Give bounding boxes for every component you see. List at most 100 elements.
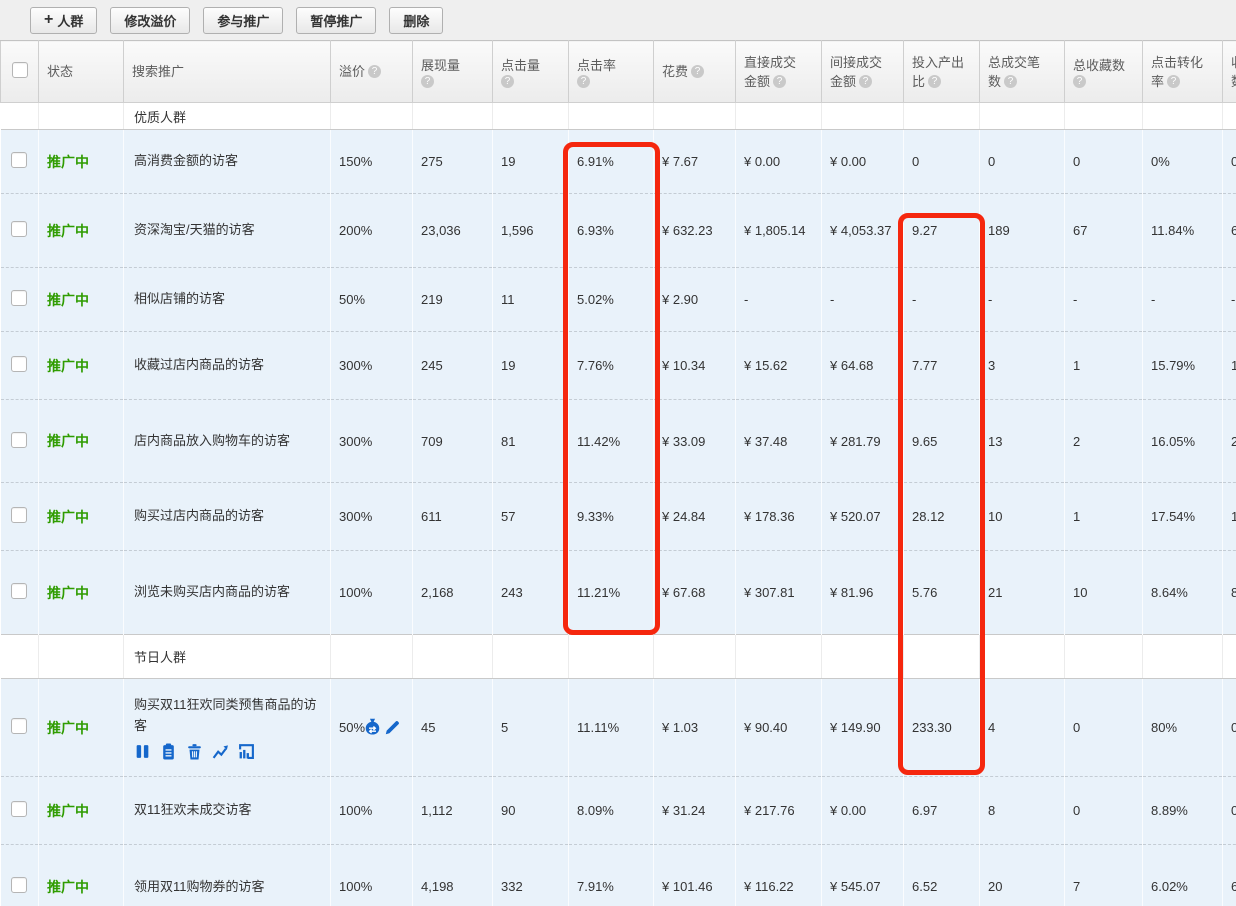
cell-value: - — [1073, 292, 1077, 307]
column-header-cost: 花费? — [654, 41, 736, 103]
help-icon[interactable]: ? — [773, 75, 786, 88]
delete-icon[interactable] — [186, 743, 203, 760]
cell-order_count: 8 — [980, 777, 1065, 845]
column-header-impressions: 展现量? — [413, 41, 493, 103]
toolbar: + 人群 修改溢价 参与推广 暂停推广 删除 — [0, 0, 1236, 40]
modify-premium-icon[interactable] — [366, 717, 383, 738]
cell-ctr: 6.93% — [569, 194, 654, 268]
row-checkbox[interactable] — [11, 432, 27, 448]
cell-direct_amount: ¥ 217.76 — [736, 777, 822, 845]
header-line: 投入产出 — [912, 53, 975, 72]
help-icon[interactable]: ? — [368, 65, 381, 78]
header-line: 金额? — [830, 72, 899, 91]
cell-value: 245 — [421, 358, 443, 373]
row-checkbox[interactable] — [11, 801, 27, 817]
cell-audience: 领用双11购物券的访客 — [124, 845, 331, 906]
cell-clicks: 90 — [493, 777, 569, 845]
row-checkbox[interactable] — [11, 877, 27, 893]
cell-audience: 资深淘宝/天猫的访客 — [124, 194, 331, 268]
column-label: 率 — [1151, 72, 1164, 91]
help-icon[interactable]: ? — [577, 75, 590, 88]
cell-value: 5 — [501, 720, 508, 735]
help-icon[interactable]: ? — [859, 75, 872, 88]
cell-value: 4,198 — [421, 879, 454, 894]
cell-value: 10 — [988, 509, 1002, 524]
select-all-checkbox[interactable] — [12, 62, 28, 78]
cell-select — [1, 332, 39, 400]
cell-premium: 200% — [331, 194, 413, 268]
cell-value: 1,596 — [501, 223, 534, 238]
cell-order_count: 13 — [980, 400, 1065, 483]
status-label: 推广中 — [47, 879, 89, 895]
cell-value: 8 — [1231, 585, 1236, 600]
help-icon[interactable]: ? — [501, 75, 514, 88]
column-label: 比 — [912, 72, 925, 91]
cell-indirect_amount: ¥ 4,053.37 — [822, 194, 904, 268]
cell-value: 709 — [421, 434, 443, 449]
cell-value: 6.93% — [577, 223, 614, 238]
audience-name: 高消费金额的访客 — [132, 151, 326, 171]
pause-icon[interactable] — [134, 743, 151, 760]
cell-clicks: 5 — [493, 679, 569, 777]
header-line: 总收藏数 — [1073, 56, 1138, 75]
group-cell — [1223, 103, 1236, 130]
header-line: 总成交笔 — [988, 53, 1060, 72]
cell-click_conversion: 8.64% — [1143, 551, 1223, 635]
header-line: 收 — [1231, 53, 1236, 72]
row-checkbox[interactable] — [11, 152, 27, 168]
row-action-icons — [132, 743, 326, 760]
cell-click_conversion: 15.79% — [1143, 332, 1223, 400]
cell-impressions: 1,112 — [413, 777, 493, 845]
header-line: ? — [501, 75, 564, 88]
cell-value: 0 — [1231, 154, 1236, 169]
cell-ctr: 11.42% — [569, 400, 654, 483]
help-icon[interactable]: ? — [1167, 75, 1180, 88]
modify-premium-button[interactable]: 修改溢价 — [110, 7, 190, 34]
note-icon[interactable] — [160, 743, 177, 760]
cell-ctr: 7.76% — [569, 332, 654, 400]
cell-direct_amount: ¥ 1,805.14 — [736, 194, 822, 268]
row-checkbox[interactable] — [11, 356, 27, 372]
cell-value: 5.02% — [577, 292, 614, 307]
cell-roi: 7.77 — [904, 332, 980, 400]
trend-chart-icon[interactable] — [212, 743, 229, 760]
group-cell — [980, 103, 1065, 130]
cell-value: ¥ 4,053.37 — [830, 223, 891, 238]
cell-value: 0 — [1073, 154, 1080, 169]
pause-promotion-button[interactable]: 暂停推广 — [296, 7, 376, 34]
row-checkbox[interactable] — [11, 718, 27, 734]
cell-value: ¥ 24.84 — [662, 509, 705, 524]
help-icon[interactable]: ? — [928, 75, 941, 88]
row-checkbox[interactable] — [11, 290, 27, 306]
help-icon[interactable]: ? — [691, 65, 704, 78]
report-chart-icon[interactable] — [238, 743, 255, 760]
group-cell — [980, 635, 1065, 679]
header-line: 展现量 — [421, 56, 488, 75]
cell-cost: ¥ 101.46 — [654, 845, 736, 906]
cell-impressions: 2,168 — [413, 551, 493, 635]
row-checkbox[interactable] — [11, 507, 27, 523]
help-icon[interactable]: ? — [1004, 75, 1017, 88]
row-checkbox[interactable] — [11, 583, 27, 599]
row-checkbox[interactable] — [11, 221, 27, 237]
group-cell — [493, 635, 569, 679]
audience-name: 资深淘宝/天猫的访客 — [132, 220, 326, 240]
add-audience-button[interactable]: + 人群 — [30, 7, 97, 34]
delete-button[interactable]: 删除 — [389, 7, 443, 34]
join-promotion-button[interactable]: 参与推广 — [203, 7, 283, 34]
help-icon[interactable]: ? — [1073, 75, 1086, 88]
cell-cost: ¥ 2.90 — [654, 268, 736, 332]
cell-premium: 300% — [331, 332, 413, 400]
cell-value: 11.84% — [1151, 223, 1194, 238]
cell-cost: ¥ 67.68 — [654, 551, 736, 635]
column-label: 点击率 — [577, 56, 616, 75]
cell-impressions: 219 — [413, 268, 493, 332]
cell-value: 300% — [339, 358, 372, 373]
cell-clicks: 81 — [493, 400, 569, 483]
cell-value: 3 — [988, 358, 995, 373]
cell-roi: 28.12 — [904, 483, 980, 551]
help-icon[interactable]: ? — [421, 75, 434, 88]
edit-icon[interactable] — [384, 720, 400, 736]
status-label: 推广中 — [47, 292, 89, 308]
cell-value: 10 — [1073, 585, 1087, 600]
